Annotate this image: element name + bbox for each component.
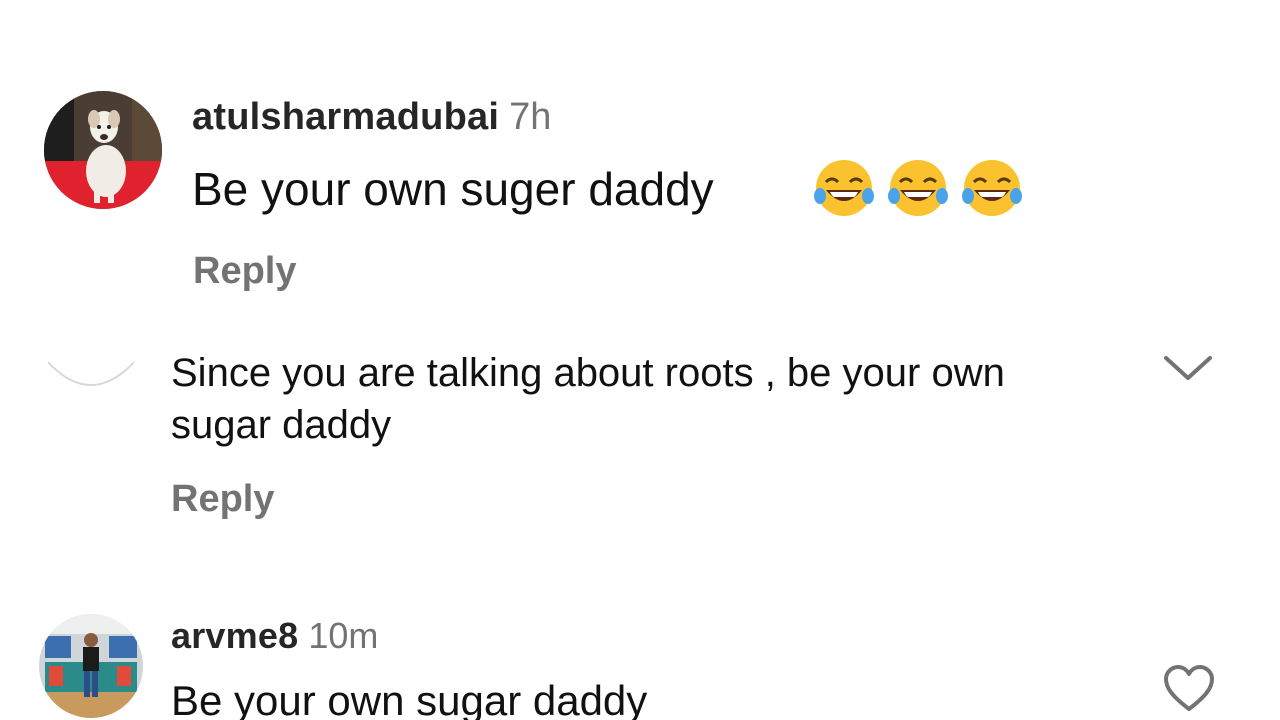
chevron-down-icon[interactable] <box>1162 348 1214 388</box>
face-with-tears-of-joy-icon <box>962 160 1022 216</box>
comment-header: atulsharmadubai 7h <box>192 94 551 140</box>
comment-header: arvme8 10m <box>171 614 378 658</box>
reply-button[interactable]: Reply <box>171 476 274 522</box>
comment-text: Be your own suger daddy <box>192 163 714 215</box>
dog-photo-avatar-image <box>44 91 162 209</box>
username[interactable]: atulsharmadubai <box>192 96 499 138</box>
timestamp: 10m <box>308 615 379 656</box>
face-with-tears-of-joy-icon <box>888 160 948 216</box>
reply-button[interactable]: Reply <box>193 248 296 294</box>
avatar[interactable] <box>39 614 143 718</box>
comment-text: Be your own sugar daddy <box>171 677 648 720</box>
emoji-group <box>812 156 1024 220</box>
comments-screen: atulsharmadubai 7h Be your own suger dadd… <box>0 0 1280 720</box>
heart-icon[interactable] <box>1162 664 1216 714</box>
face-with-tears-of-joy-icon <box>814 160 874 216</box>
username[interactable]: arvme8 <box>171 615 298 656</box>
comment-text: Since you are talking about roots , be y… <box>171 351 1005 447</box>
person-photo-avatar-image <box>39 614 143 718</box>
avatar[interactable] <box>44 300 138 390</box>
avatar[interactable] <box>44 91 162 209</box>
timestamp: 7h <box>509 96 552 138</box>
avatar-placeholder-image <box>44 300 138 386</box>
